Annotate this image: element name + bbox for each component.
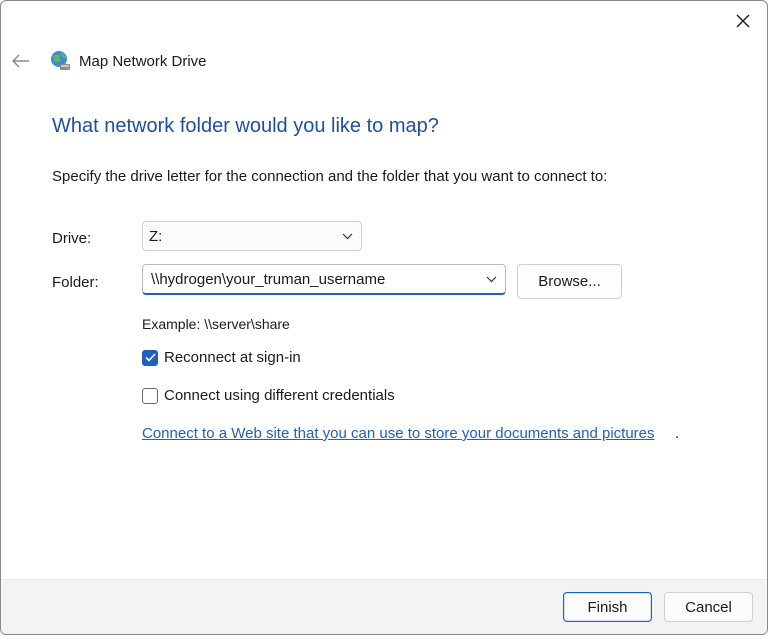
map-network-drive-dialog: Map Network Drive What network folder wo… [0,0,768,635]
folder-combobox[interactable] [142,264,506,295]
close-icon [736,14,750,28]
close-button[interactable] [729,7,757,35]
reconnect-checkbox-row[interactable]: Reconnect at sign-in [142,349,301,366]
reconnect-checkbox[interactable] [142,349,158,366]
window-title: Map Network Drive [79,52,207,70]
credentials-checkbox[interactable] [142,387,158,404]
window-title-bar: Map Network Drive [49,47,207,75]
finish-button[interactable]: Finish [563,592,652,622]
web-site-link[interactable]: Connect to a Web site that you can use t… [142,425,655,442]
back-button[interactable] [9,47,33,75]
checkmark-icon [144,353,156,362]
drive-letter-value: Z: [149,227,163,245]
instruction-text: Specify the drive letter for the connect… [52,168,608,185]
credentials-checkbox-row[interactable]: Connect using different credentials [142,387,395,404]
dialog-footer [1,579,767,634]
cancel-button[interactable]: Cancel [664,592,753,622]
chevron-down-icon [341,230,353,242]
browse-button[interactable]: Browse... [517,264,622,299]
reconnect-label: Reconnect at sign-in [164,349,301,366]
folder-label: Folder: [52,274,99,291]
network-drive-icon [51,51,70,70]
web-link-period: . [675,425,680,442]
back-arrow-icon [12,54,29,68]
folder-input[interactable] [143,265,483,293]
chevron-down-icon[interactable] [485,273,497,285]
example-text: Example: \\server\share [142,316,290,332]
drive-letter-select[interactable]: Z: [142,221,362,251]
credentials-label: Connect using different credentials [164,387,395,404]
drive-label: Drive: [52,230,92,247]
page-heading: What network folder would you like to ma… [52,115,439,137]
